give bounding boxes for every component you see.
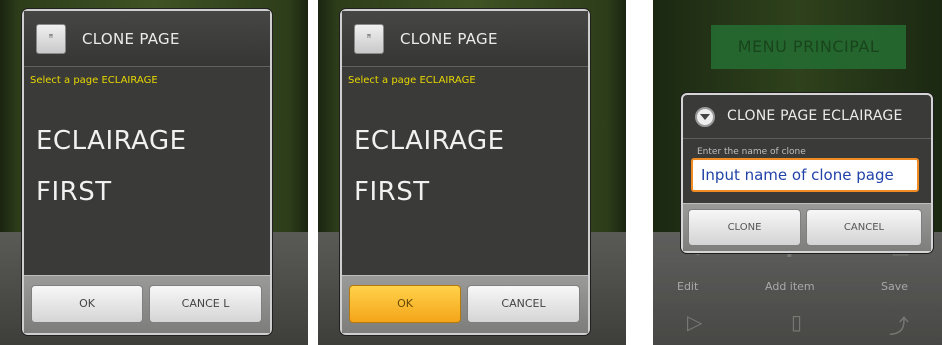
dropdown-circle-icon [695, 107, 715, 127]
page-list-item-first[interactable]: FIRST [36, 177, 112, 207]
dialog-subtitle: Select a page ECLAIRAGE [348, 75, 476, 86]
dialog-footer: OK CANCE L [24, 275, 270, 333]
page-list-item-first[interactable]: FIRST [354, 177, 430, 207]
screenshot-panel-2: ꟸ CLONE PAGE Select a page ECLAIRAGE ECL… [318, 0, 626, 345]
cancel-button[interactable]: CANCEL [467, 285, 580, 323]
dialog-footer: OK CANCEL [342, 275, 588, 333]
clone-page-dialog: ꟸ CLONE PAGE Select a page ECLAIRAGE ECL… [22, 9, 272, 335]
dialog-title: CLONE PAGE [400, 30, 498, 48]
screenshot-panel-3: MENU PRINCIPAL ✎ ✚ ▭ Edit Add item Save … [653, 0, 942, 345]
app-icon: ꟸ [354, 24, 384, 54]
dialog-header: ꟸ CLONE PAGE [342, 11, 588, 67]
screenshot-panel-1: ꟸ CLONE PAGE Select a page ECLAIRAGE ECL… [0, 0, 308, 345]
page-list-item-eclairage[interactable]: ECLAIRAGE [354, 126, 505, 156]
clone-name-label: Enter the name of clone [697, 147, 806, 157]
cancel-button[interactable]: CANCEL [806, 209, 922, 246]
cancel-button[interactable]: CANCE L [149, 285, 262, 323]
dialog-header: CLONE PAGE ECLAIRAGE [683, 95, 931, 139]
dialog-subtitle: Select a page ECLAIRAGE [30, 75, 158, 86]
dialog-header: ꟸ CLONE PAGE [24, 11, 270, 67]
app-icon: ꟸ [36, 24, 66, 54]
dialog-title: CLONE PAGE [82, 30, 180, 48]
clone-name-dialog: CLONE PAGE ECLAIRAGE Enter the name of c… [681, 93, 933, 253]
ok-button[interactable]: OK [31, 285, 143, 323]
page-list-item-eclairage[interactable]: ECLAIRAGE [36, 126, 187, 156]
clone-button[interactable]: CLONE [688, 209, 801, 246]
ok-button[interactable]: OK [349, 285, 461, 323]
clone-page-dialog: ꟸ CLONE PAGE Select a page ECLAIRAGE ECL… [340, 9, 590, 335]
dialog-footer: CLONE CANCEL [683, 203, 931, 251]
clone-name-input[interactable]: Input name of clone page [691, 158, 919, 192]
dialog-title: CLONE PAGE ECLAIRAGE [727, 108, 903, 124]
